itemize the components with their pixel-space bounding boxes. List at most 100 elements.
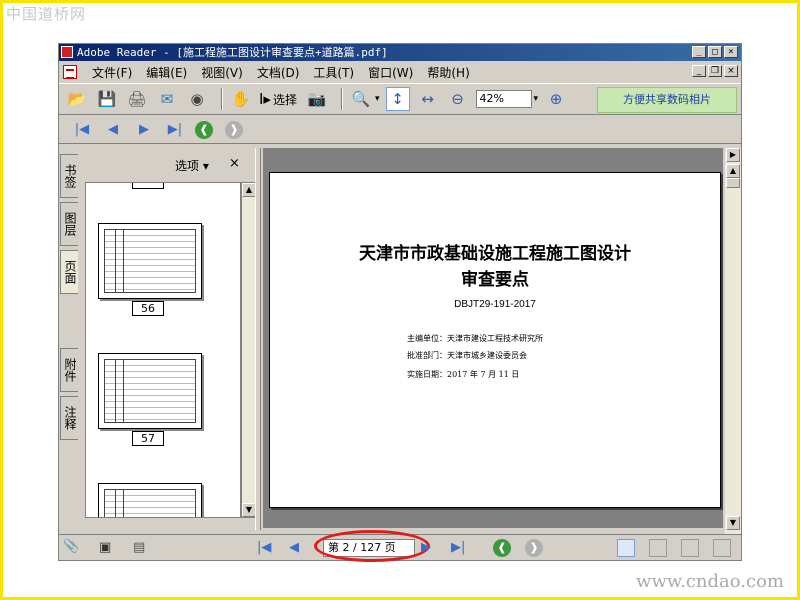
watermark-top: 中国道桥网 [6, 5, 87, 23]
tab-layers[interactable]: 图层 [60, 202, 78, 246]
save-icon[interactable]: 💾 [95, 87, 119, 111]
document-approver: 批准部门：天津市城乡建设委员会 [407, 351, 527, 360]
document-window-controls: _ ❐ × [692, 65, 738, 77]
status-go-back-icon[interactable]: ❰ [493, 539, 511, 557]
zoom-level-input[interactable]: 42% [475, 90, 532, 108]
email-icon[interactable]: ✉ [155, 87, 179, 111]
toolbar-separator [340, 88, 343, 110]
scroll-up-arrow-icon[interactable]: ▲ [242, 183, 256, 197]
first-page-icon[interactable]: |◀ [71, 120, 93, 140]
page-thumbnail-label: 57 [132, 431, 164, 446]
menu-bar: 文件(F) 编辑(E) 视图(V) 文档(D) 工具(T) 窗口(W) 帮助(H… [59, 62, 741, 82]
menu-view[interactable]: 视图(V) [194, 64, 250, 81]
document-title-line-2: 审查要点 [461, 270, 529, 290]
watermark-bottom: www.cndao.com [636, 571, 784, 592]
tab-comments[interactable]: 注释 [60, 396, 78, 440]
doc-minimize-button[interactable]: _ [692, 65, 706, 77]
doc-restore-button[interactable]: ❐ [708, 65, 722, 77]
next-page-icon[interactable]: ▶ [133, 120, 155, 140]
snapshot-camera-icon[interactable]: 📷 [305, 87, 329, 111]
status-next-page-icon[interactable]: ▶ [421, 540, 431, 555]
thumbnail-label-partial [132, 183, 164, 189]
zoom-level-dropdown-icon[interactable]: ▾ [534, 94, 539, 104]
document-page: 天津市市政基础设施工程施工图设计 审查要点 DBJT29-191-2017 主编… [269, 172, 721, 508]
title-bar: Adobe Reader - [施工程施工图设计审查要点+道路篇.pdf] _ … [59, 44, 741, 61]
doc-close-button[interactable]: × [724, 65, 738, 77]
page-thumbnail[interactable] [98, 353, 202, 429]
open-folder-icon[interactable]: 📂 [65, 87, 89, 111]
status-go-forward-icon[interactable]: ❱ [525, 539, 543, 557]
document-editor: 主编单位：天津市建设工程技术研究所 [407, 334, 543, 343]
window-controls: _ □ × [692, 46, 738, 58]
go-back-icon[interactable]: ❰ [195, 120, 213, 139]
zoom-in-icon[interactable]: ⊕ [544, 87, 568, 111]
go-forward-icon[interactable]: ❱ [225, 120, 243, 139]
continuous-view-icon[interactable] [649, 539, 667, 557]
print-icon[interactable]: 🖨 [125, 87, 149, 111]
menu-file[interactable]: 文件(F) [85, 64, 139, 81]
page-thumbnail[interactable] [98, 223, 202, 299]
panel-splitter[interactable] [255, 148, 261, 530]
document-code: DBJT29-191-2017 [454, 299, 536, 310]
select-tool-label: 选择 [272, 92, 297, 107]
highlight-circle [314, 530, 430, 562]
close-panel-icon[interactable]: × [229, 156, 240, 171]
pages-panel-header: 选项 ▾ × [79, 148, 255, 180]
document-scrollbar[interactable]: ▶ ▲ ▼ [725, 148, 741, 534]
zoom-out-icon[interactable]: ⊖ [446, 87, 470, 111]
thumbnail-content [104, 489, 196, 517]
status-previous-page-icon[interactable]: ◀ [289, 540, 299, 555]
menu-edit[interactable]: 编辑(E) [139, 64, 194, 81]
menu-document[interactable]: 文档(D) [250, 64, 307, 81]
zoom-in-tool-icon[interactable]: 🔍 [349, 87, 373, 111]
navigation-tabs: 书签 图层 页面 附件 注释 [59, 148, 78, 528]
continuous-facing-view-icon[interactable] [713, 539, 731, 557]
scroll-down-arrow-icon[interactable]: ▼ [242, 503, 256, 517]
single-page-view-icon[interactable] [617, 539, 635, 557]
status-last-page-icon[interactable]: ▶| [451, 540, 465, 555]
page-display-icon[interactable]: ▣ [99, 540, 111, 555]
options-menu-button[interactable]: 选项 ▾ [175, 157, 209, 174]
tab-attachments[interactable]: 附件 [60, 348, 78, 392]
text-cursor-icon: I▸ [259, 90, 271, 108]
binoculars-icon[interactable]: ◉ [185, 87, 209, 111]
last-page-icon[interactable]: ▶| [164, 120, 186, 140]
document-icon[interactable] [63, 65, 77, 79]
facing-view-icon[interactable] [681, 539, 699, 557]
thumbnail-content [104, 359, 196, 423]
select-tool-button[interactable]: I▸ 选择 [259, 90, 297, 108]
maximize-button[interactable]: □ [708, 46, 722, 58]
minimize-button[interactable]: _ [692, 46, 706, 58]
fit-page-icon[interactable]: ↕ [385, 87, 410, 111]
menu-window[interactable]: 窗口(W) [361, 64, 420, 81]
close-button[interactable]: × [724, 46, 738, 58]
pages-panel: 选项 ▾ × 56 57 ▲ ▼ [79, 148, 257, 530]
page-thumbnail-label: 56 [132, 301, 164, 316]
fit-width-icon[interactable]: ↔ [416, 87, 440, 111]
tab-bookmarks[interactable]: 书签 [60, 154, 78, 198]
tab-pages[interactable]: 页面 [60, 250, 78, 294]
status-bar: 📎 ▣ ▤ |◀ ◀ 第 2 / 127 页 ▶ ▶| ❰ ❱ [59, 530, 741, 562]
document-date: 实施日期：2017 年 7 月 11 日 [407, 370, 520, 379]
navigation-toolbar: |◀ ◀ ▶ ▶| ❰ ❱ [59, 116, 741, 144]
zoom-tool-dropdown-icon[interactable]: ▾ [375, 94, 380, 104]
menu-tools[interactable]: 工具(T) [306, 64, 361, 81]
main-toolbar: 📂 💾 🖨 ✉ ◉ ✋ I▸ 选择 📷 🔍 ▾ ↕ ↔ ⊖ 42% ▾ ⊕ 方便… [59, 83, 741, 115]
doc-scroll-up-arrow-icon[interactable]: ▲ [726, 164, 740, 178]
adobe-reader-icon [61, 46, 73, 58]
doc-page-scroll-arrow-icon[interactable]: ▶ [726, 148, 740, 162]
page-thumbnail[interactable] [98, 483, 202, 517]
reader-window: Adobe Reader - [施工程施工图设计审查要点+道路篇.pdf] _ … [58, 43, 742, 562]
toolbar-separator [221, 88, 223, 110]
status-first-page-icon[interactable]: |◀ [257, 540, 271, 555]
previous-page-icon[interactable]: ◀ [102, 120, 124, 140]
doc-scroll-down-arrow-icon[interactable]: ▼ [726, 516, 740, 530]
menu-help[interactable]: 帮助(H) [420, 64, 476, 81]
document-status-icon[interactable]: ▤ [133, 540, 145, 555]
doc-scroll-thumb[interactable] [726, 178, 740, 188]
share-photos-button[interactable]: 方便共享数码相片 [597, 87, 737, 113]
page-thumbnail-list: 56 57 [85, 182, 241, 518]
hand-tool-icon[interactable]: ✋ [229, 87, 253, 111]
paperclip-icon[interactable]: 📎 [63, 539, 79, 554]
thumbnail-content [104, 229, 196, 293]
